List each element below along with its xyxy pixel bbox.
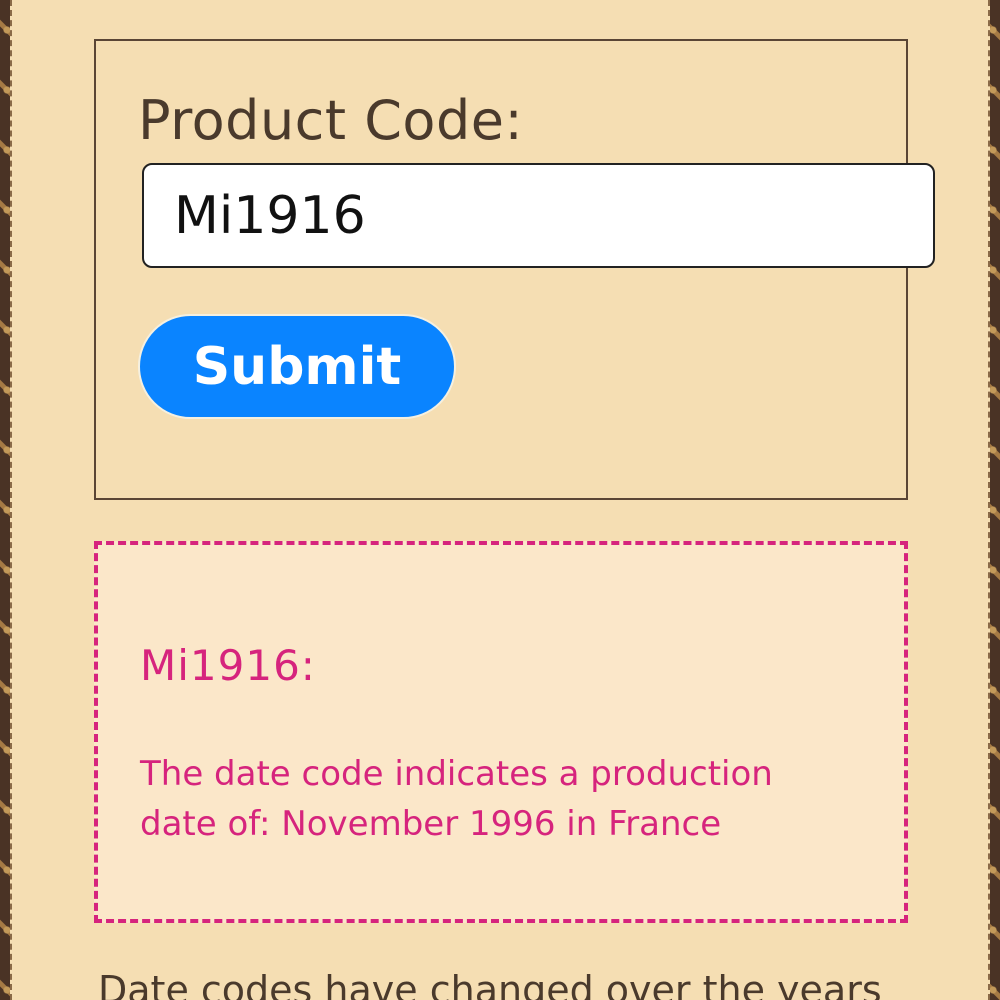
result-code-heading: Mi1916: — [140, 641, 316, 690]
product-code-label: Product Code: — [138, 89, 524, 152]
date-code-info-text: Date codes have changed over the years — [98, 968, 882, 1000]
product-code-input[interactable] — [142, 163, 935, 268]
result-panel: Mi1916: The date code indicates a produc… — [94, 541, 908, 923]
result-message: The date code indicates a production dat… — [140, 754, 773, 844]
submit-button[interactable]: Submit — [138, 314, 456, 419]
page-content: Product Code: Submit Mi1916: The date co… — [10, 0, 990, 1000]
product-code-form: Product Code: Submit — [94, 39, 935, 500]
